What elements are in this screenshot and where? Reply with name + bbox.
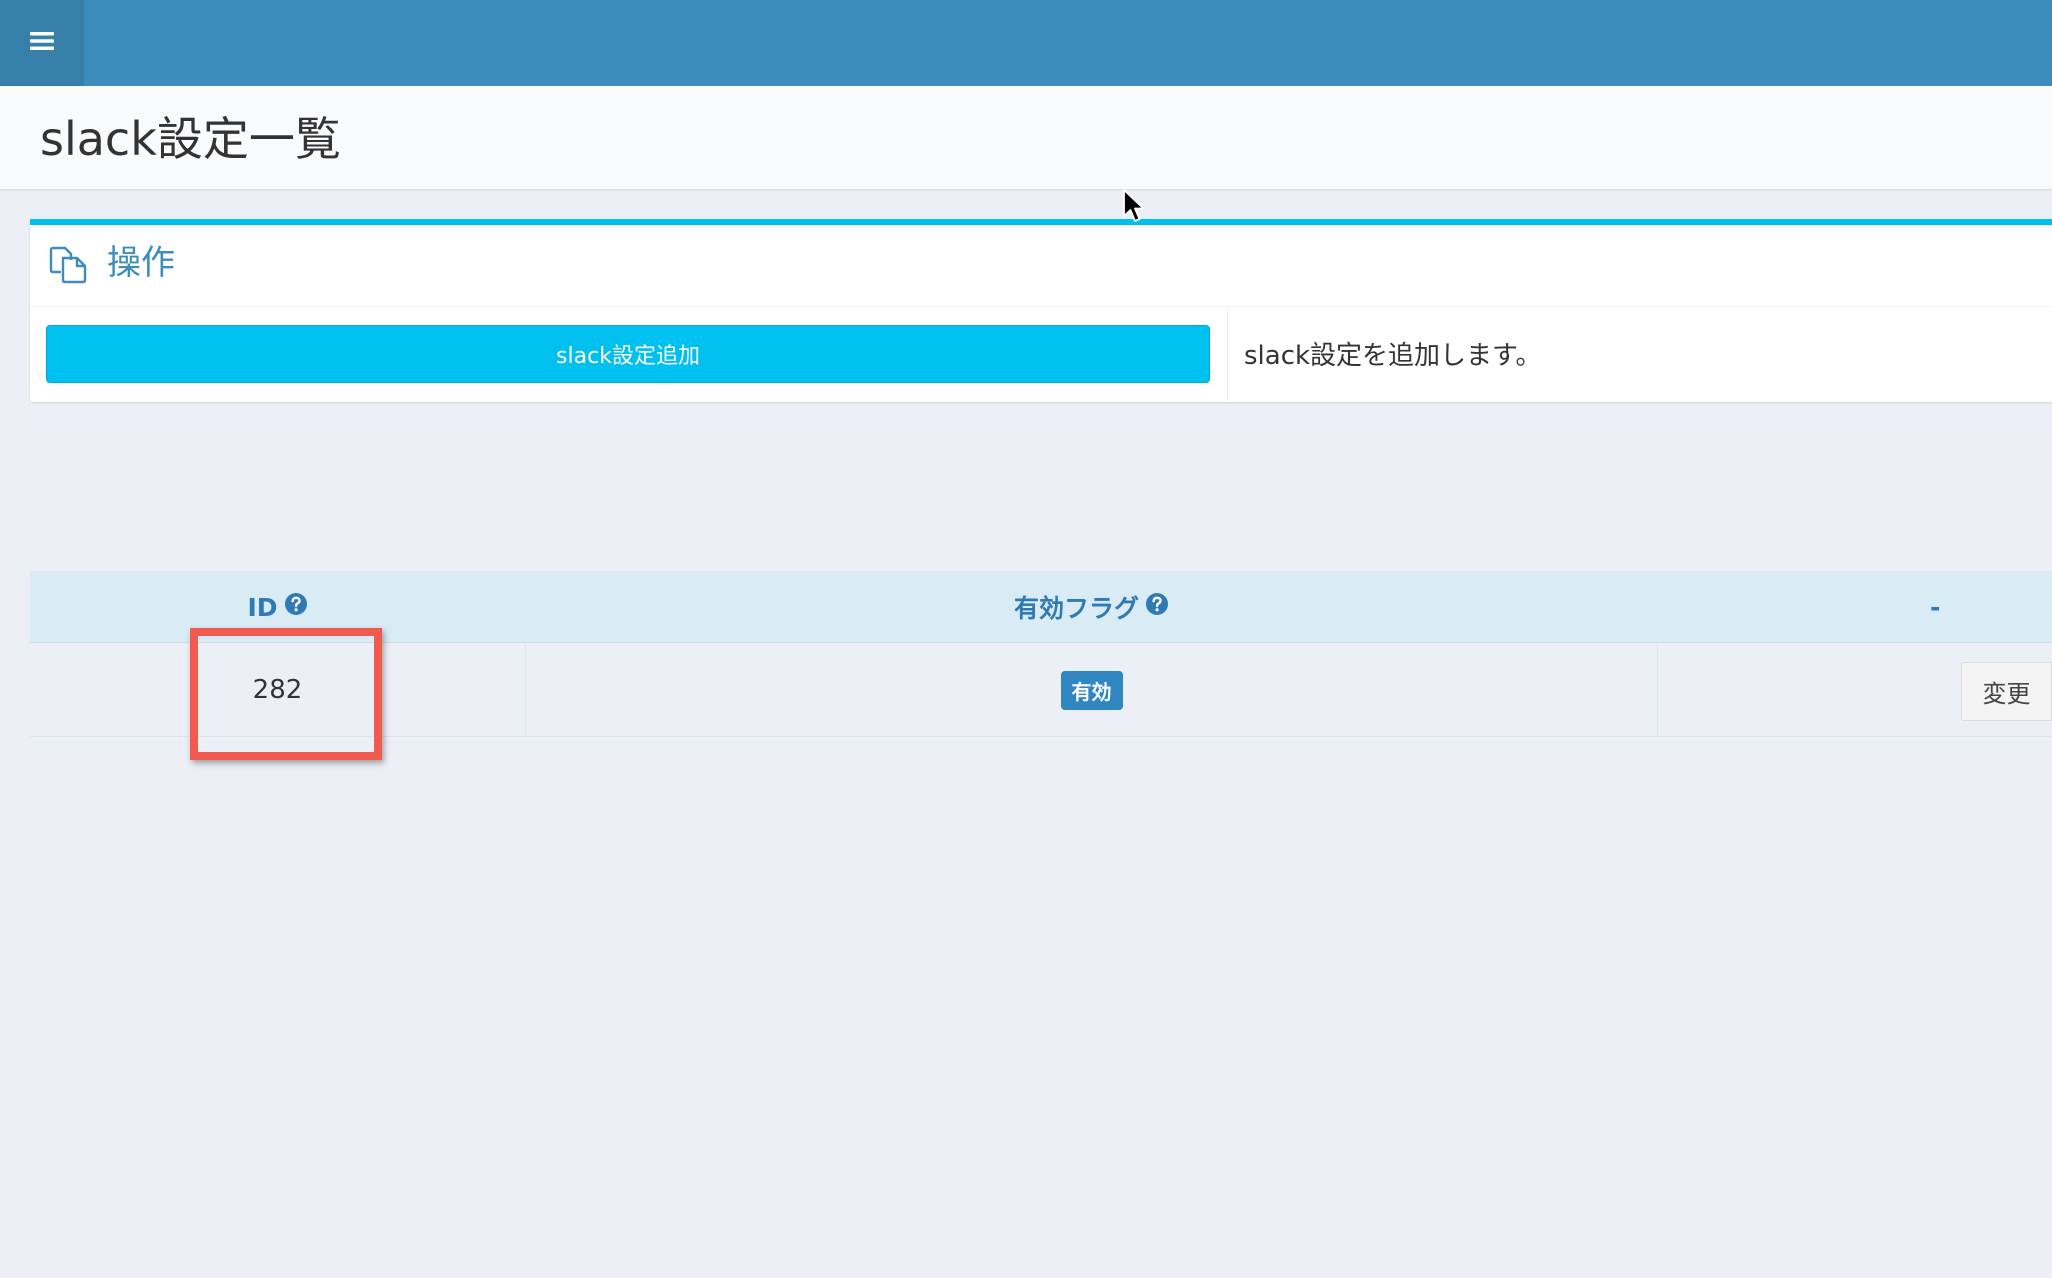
highlight-annotation xyxy=(190,628,382,760)
sidebar-toggle-button[interactable] xyxy=(0,0,84,86)
cell-enabled-flag: 有効 xyxy=(526,643,1657,737)
content-header: slack設定一覧 xyxy=(0,86,2052,189)
question-circle-icon[interactable] xyxy=(1145,592,1169,622)
column-header-enabled-flag[interactable]: 有効フラグ xyxy=(526,571,1657,643)
copy-icon xyxy=(48,246,88,288)
hamburger-icon xyxy=(30,31,54,55)
change-button[interactable]: 変更 xyxy=(1961,662,2052,721)
status-badge: 有効 xyxy=(1060,670,1123,710)
add-slack-setting-button[interactable]: slack設定追加 xyxy=(46,325,1210,383)
operations-divider xyxy=(1227,307,1228,402)
question-circle-icon[interactable] xyxy=(284,592,308,622)
operations-box: 操作 slack設定追加 slack設定を追加します。 xyxy=(30,219,2052,402)
page-title: slack設定一覧 xyxy=(40,112,341,166)
top-navbar xyxy=(0,0,2052,86)
column-header-actions: - xyxy=(1930,592,1941,622)
add-description: slack設定を追加します。 xyxy=(1244,341,1542,371)
operations-title: 操作 xyxy=(107,243,175,283)
mouse-cursor-icon xyxy=(1122,188,1146,228)
operations-box-header: 操作 xyxy=(30,225,2052,307)
column-separator xyxy=(1657,643,1658,737)
